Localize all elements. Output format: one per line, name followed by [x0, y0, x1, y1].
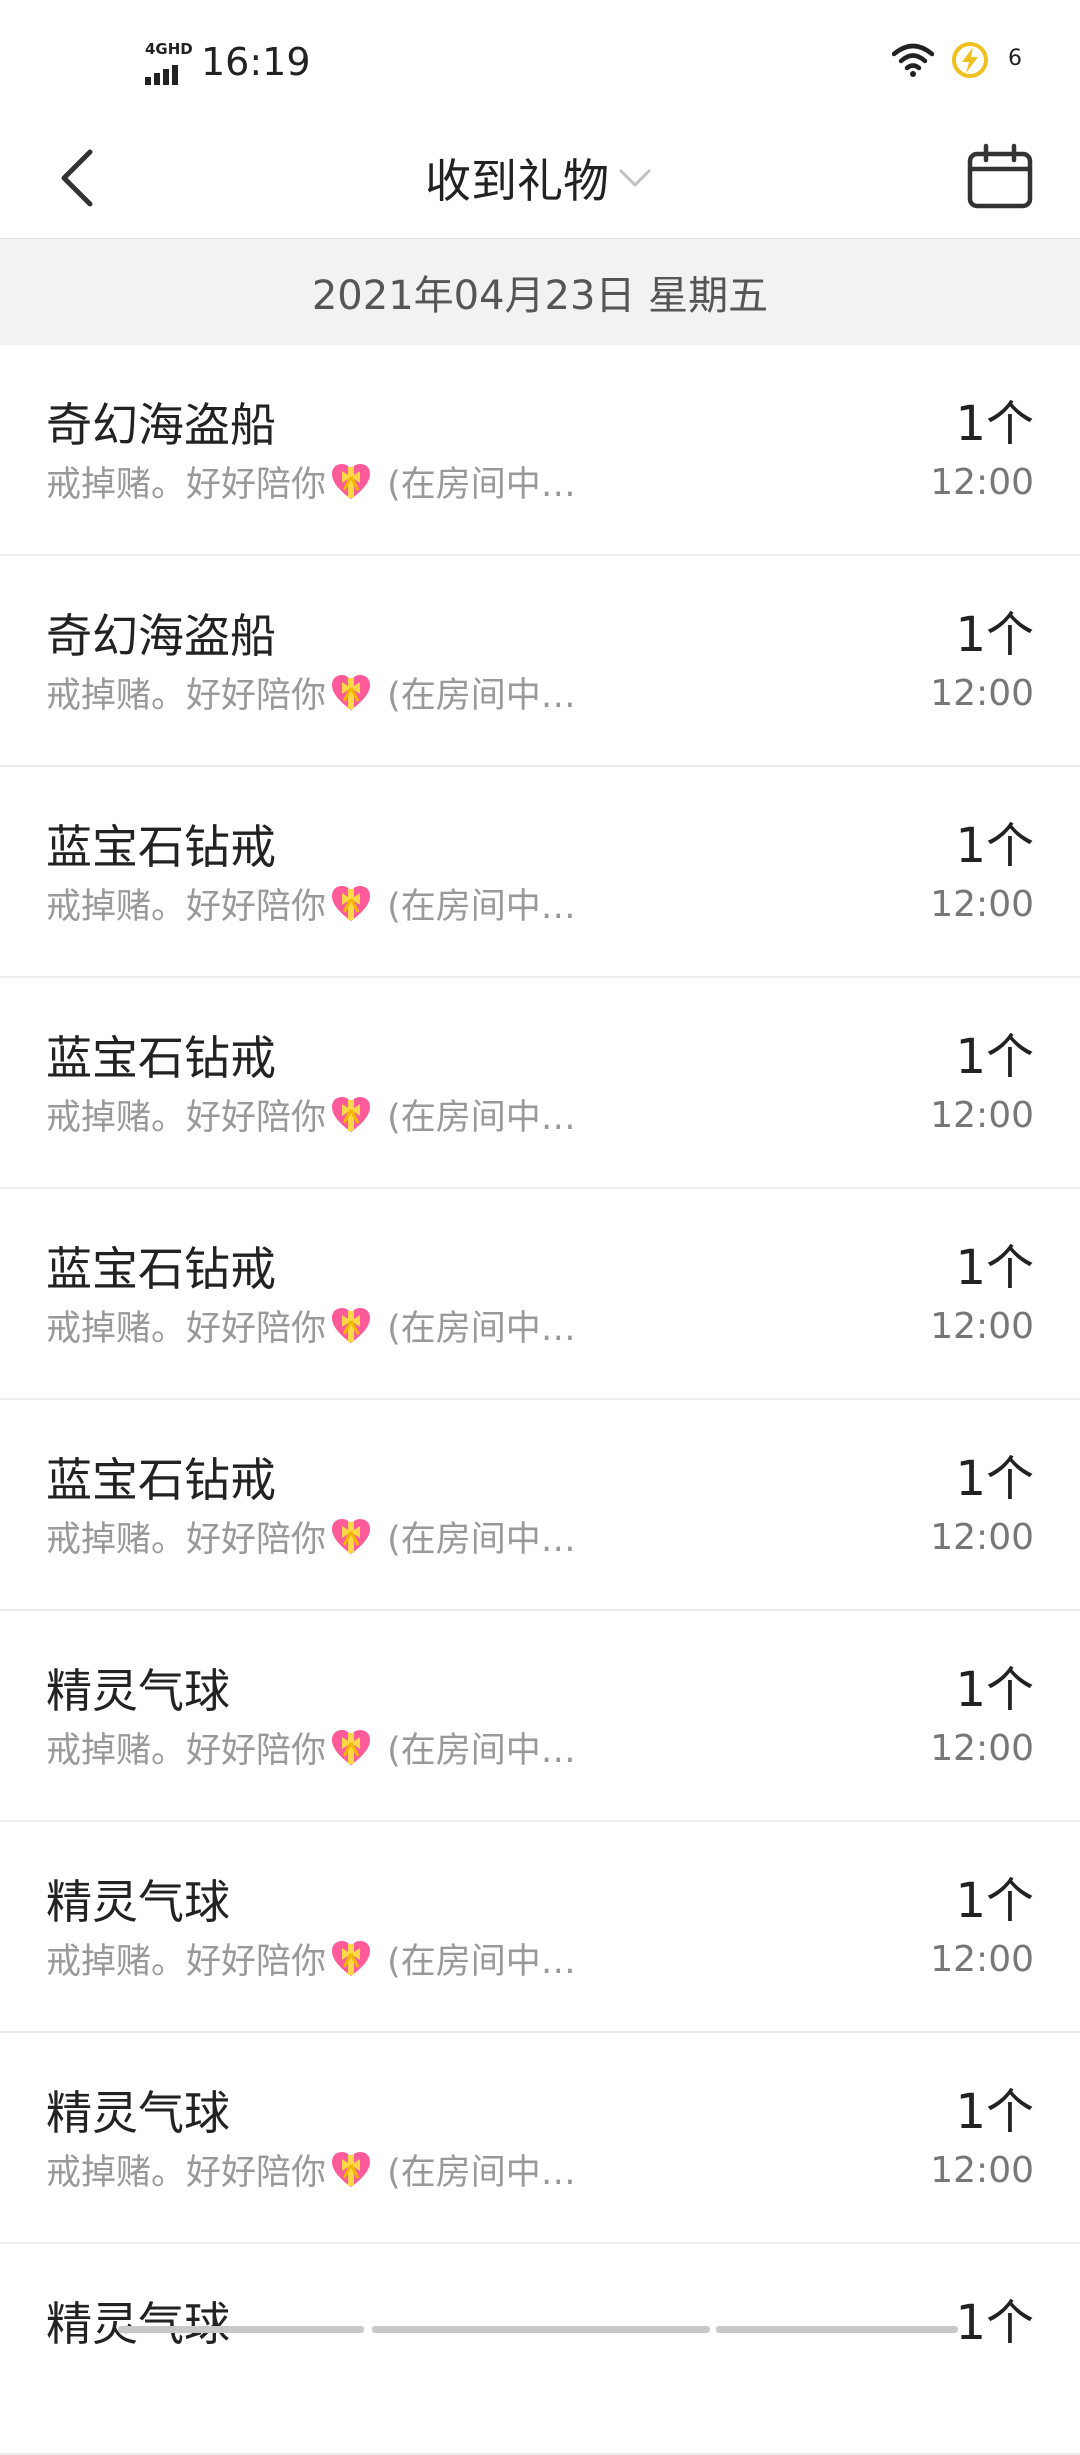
heart-with-ribbon-icon — [332, 1941, 371, 1976]
charging-bolt-icon — [952, 42, 988, 78]
gift-message-text: 戒掉赌。好好陪你 — [46, 676, 327, 716]
heart-with-ribbon-icon — [332, 886, 371, 921]
gift-name: 奇幻海盗船 — [46, 398, 276, 452]
chevron-down-icon — [619, 169, 651, 187]
gift-time: 12:00 — [930, 673, 1034, 714]
gift-message: 戒掉赌。好好陪你 (在房间中… — [46, 1306, 576, 1351]
list-item[interactable]: 蓝宝石钻戒 戒掉赌。好好陪你 (在房间中… 1个 12:00 — [0, 767, 1080, 978]
gift-count: 1个 — [955, 818, 1034, 874]
gift-count: 1个 — [955, 1662, 1034, 1718]
gift-name: 蓝宝石钻戒 — [46, 820, 276, 874]
heart-with-ribbon-icon — [332, 1097, 371, 1132]
gift-count: 1个 — [955, 2084, 1034, 2140]
title-dropdown[interactable]: 收到礼物 — [425, 145, 655, 211]
gift-count: 1个 — [955, 1873, 1034, 1929]
gift-message-suffix: (在房间中… — [376, 465, 576, 505]
gift-count: 1个 — [955, 1029, 1034, 1085]
gift-count: 1个 — [955, 1240, 1034, 1296]
list-item[interactable]: 精灵气球 戒掉赌。好好陪你 (在房间中… 1个 12:00 — [0, 1822, 1080, 2033]
date-header: 2021年04月23日 星期五 — [0, 238, 1080, 345]
battery-level: 6 — [1008, 46, 1022, 71]
gift-message-text: 戒掉赌。好好陪你 — [46, 1520, 327, 1560]
gift-message: 戒掉赌。好好陪你 (在房间中… — [46, 1939, 576, 1984]
heart-with-ribbon-icon — [332, 1519, 371, 1554]
gift-message-suffix: (在房间中… — [376, 1098, 576, 1138]
gift-name: 精灵气球 — [46, 2297, 230, 2351]
signal-icon — [145, 63, 178, 85]
gift-time: 12:00 — [930, 462, 1034, 503]
gift-message-text: 戒掉赌。好好陪你 — [46, 1098, 327, 1138]
gift-name: 蓝宝石钻戒 — [46, 1453, 276, 1507]
list-item[interactable]: 蓝宝石钻戒 戒掉赌。好好陪你 (在房间中… 1个 12:00 — [0, 1189, 1080, 1400]
page-title: 收到礼物 — [425, 154, 609, 208]
calendar-icon — [967, 143, 1033, 209]
gift-time: 12:00 — [930, 1095, 1034, 1136]
gift-count: 1个 — [955, 607, 1034, 663]
gift-message-text: 戒掉赌。好好陪你 — [46, 465, 327, 505]
gift-list: 奇幻海盗船 戒掉赌。好好陪你 (在房间中… 1个 12:00 奇幻海盗船 戒掉赌… — [0, 345, 1080, 2455]
list-item[interactable]: 精灵气球 戒掉赌。好好陪你 (在房间中… 1个 12:00 — [0, 2033, 1080, 2244]
scroll-indicators — [0, 2326, 1080, 2334]
gift-message: 戒掉赌。好好陪你 (在房间中… — [46, 1728, 576, 1773]
gift-message-suffix: (在房间中… — [376, 1309, 576, 1349]
back-arrow-icon — [61, 149, 93, 207]
gift-time: 12:00 — [930, 1939, 1034, 1980]
gift-count: 1个 — [955, 396, 1034, 452]
heart-with-ribbon-icon — [332, 1308, 371, 1343]
list-item[interactable]: 奇幻海盗船 戒掉赌。好好陪你 (在房间中… 1个 12:00 — [0, 556, 1080, 767]
nav-title-wrapper: 收到礼物 — [0, 118, 1080, 238]
nav-bar: 收到礼物 — [0, 118, 1080, 238]
gift-message-text: 戒掉赌。好好陪你 — [46, 887, 327, 927]
gift-time: 12:00 — [930, 1306, 1034, 1347]
list-item[interactable]: 精灵气球 1个 — [0, 2244, 1080, 2455]
gift-message: 戒掉赌。好好陪你 (在房间中… — [46, 462, 576, 507]
gift-message-suffix: (在房间中… — [376, 2153, 576, 2193]
gift-time: 12:00 — [930, 2150, 1034, 2191]
heart-with-ribbon-icon — [332, 464, 371, 499]
gift-name: 精灵气球 — [46, 2086, 230, 2140]
gift-count: 1个 — [955, 2295, 1034, 2351]
gift-time: 12:00 — [930, 884, 1034, 925]
heart-with-ribbon-icon — [332, 675, 371, 710]
gift-message-suffix: (在房间中… — [376, 1731, 576, 1771]
gift-message-text: 戒掉赌。好好陪你 — [46, 1731, 327, 1771]
gift-name: 精灵气球 — [46, 1664, 230, 1718]
gift-message-text: 戒掉赌。好好陪你 — [46, 1309, 327, 1349]
back-button[interactable] — [48, 138, 108, 218]
gift-message-suffix: (在房间中… — [376, 676, 576, 716]
gift-message-text: 戒掉赌。好好陪你 — [46, 1942, 327, 1982]
gift-name: 精灵气球 — [46, 1875, 230, 1929]
gift-message: 戒掉赌。好好陪你 (在房间中… — [46, 673, 576, 718]
list-item[interactable]: 奇幻海盗船 戒掉赌。好好陪你 (在房间中… 1个 12:00 — [0, 345, 1080, 556]
gift-name: 奇幻海盗船 — [46, 609, 276, 663]
gift-message-suffix: (在房间中… — [376, 887, 576, 927]
gift-time: 12:00 — [930, 1517, 1034, 1558]
list-item[interactable]: 蓝宝石钻戒 戒掉赌。好好陪你 (在房间中… 1个 12:00 — [0, 1400, 1080, 1611]
wifi-icon — [892, 43, 934, 77]
gift-message: 戒掉赌。好好陪你 (在房间中… — [46, 884, 576, 929]
gift-message-suffix: (在房间中… — [376, 1942, 576, 1982]
gift-time: 12:00 — [930, 1728, 1034, 1769]
gift-name: 蓝宝石钻戒 — [46, 1242, 276, 1296]
network-type: 4GHD — [145, 40, 193, 58]
status-time: 16:19 — [201, 40, 311, 84]
heart-with-ribbon-icon — [332, 1730, 371, 1765]
gift-message-text: 戒掉赌。好好陪你 — [46, 2153, 327, 2193]
list-item[interactable]: 精灵气球 戒掉赌。好好陪你 (在房间中… 1个 12:00 — [0, 1611, 1080, 1822]
gift-message: 戒掉赌。好好陪你 (在房间中… — [46, 2150, 576, 2195]
gift-count: 1个 — [955, 1451, 1034, 1507]
gift-name: 蓝宝石钻戒 — [46, 1031, 276, 1085]
list-item[interactable]: 蓝宝石钻戒 戒掉赌。好好陪你 (在房间中… 1个 12:00 — [0, 978, 1080, 1189]
gift-message-suffix: (在房间中… — [376, 1520, 576, 1560]
heart-with-ribbon-icon — [332, 2152, 371, 2187]
status-bar: 4GHD 16:19 6 — [0, 0, 1080, 118]
gift-message: 戒掉赌。好好陪你 (在房间中… — [46, 1517, 576, 1562]
calendar-button[interactable] — [966, 136, 1034, 220]
gift-message: 戒掉赌。好好陪你 (在房间中… — [46, 1095, 576, 1140]
